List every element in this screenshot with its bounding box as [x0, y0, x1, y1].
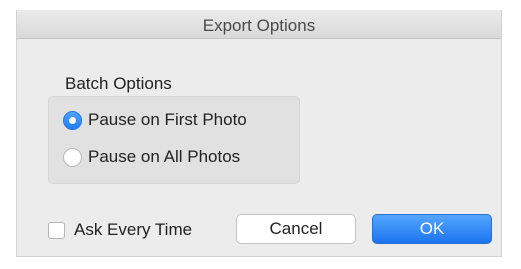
- ask-every-time-checkbox-row[interactable]: Ask Every Time: [48, 220, 192, 240]
- radio-pause-on-first-photo[interactable]: Pause on First Photo: [63, 110, 247, 130]
- dialog-title: Export Options: [202, 16, 316, 35]
- batch-options-label: Batch Options: [65, 74, 172, 93]
- ok-button[interactable]: OK: [372, 214, 492, 244]
- cancel-button[interactable]: Cancel: [236, 214, 356, 244]
- radio-selected-icon[interactable]: [63, 110, 82, 130]
- title-bar: Export Options: [17, 10, 501, 39]
- batch-options-group: Pause on First Photo Pause on All Photos: [48, 96, 300, 184]
- radio-unselected-icon[interactable]: [63, 147, 82, 167]
- export-options-dialog: Export Options Batch Options Pause on Fi…: [16, 10, 502, 257]
- radio-label-pause-on-all-photos: Pause on All Photos: [88, 147, 241, 166]
- ask-every-time-checkbox[interactable]: [48, 221, 65, 239]
- ask-every-time-label: Ask Every Time: [74, 220, 193, 239]
- radio-label-pause-on-first-photo: Pause on First Photo: [88, 110, 247, 129]
- radio-pause-on-all-photos[interactable]: Pause on All Photos: [63, 147, 240, 167]
